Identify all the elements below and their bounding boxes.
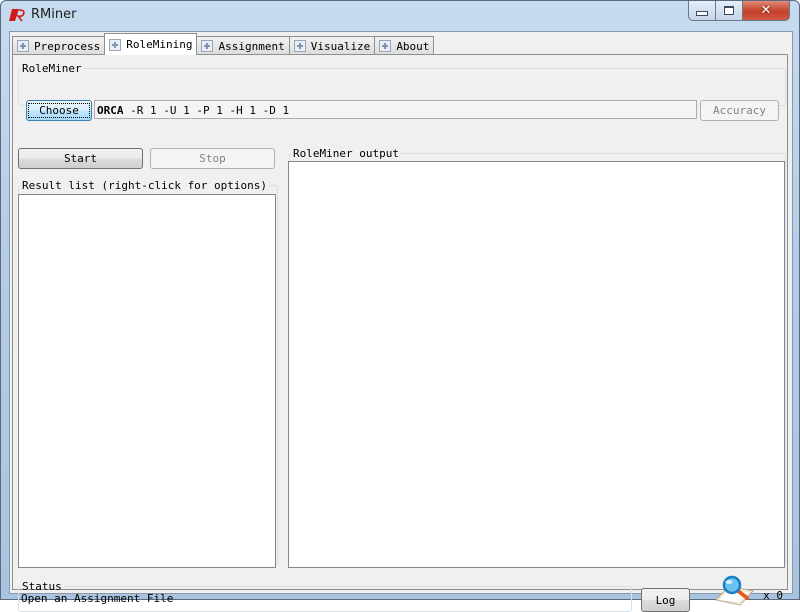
expand-icon bbox=[379, 40, 392, 52]
accuracy-button[interactable]: Accuracy bbox=[700, 100, 779, 121]
minimize-icon bbox=[696, 11, 708, 16]
minimize-button[interactable] bbox=[688, 1, 716, 21]
tab-label: Preprocess bbox=[34, 39, 101, 53]
expand-icon bbox=[293, 40, 306, 52]
tab-label: Visualize bbox=[310, 39, 371, 53]
expand-icon bbox=[201, 40, 214, 52]
tab-label: About bbox=[396, 39, 430, 53]
close-button[interactable]: ✕ bbox=[743, 1, 790, 21]
roleminer-group-label: RoleMiner bbox=[22, 62, 82, 75]
choose-button[interactable]: Choose bbox=[26, 100, 92, 121]
algorithm-name: ORCA bbox=[97, 104, 124, 117]
app-logo-icon bbox=[9, 9, 25, 22]
title-bar[interactable]: RMiner ✕ bbox=[1, 1, 799, 31]
algorithm-options: -R 1 -U 1 -P 1 -H 1 -D 1 bbox=[123, 104, 290, 117]
tab-label: Assignment bbox=[218, 39, 285, 53]
tab-preprocess[interactable]: Preprocess bbox=[12, 36, 106, 55]
task-count: x 0 bbox=[763, 589, 783, 602]
client-area: Preprocess RoleMining Assignment Visuali… bbox=[9, 31, 793, 612]
algorithm-command-field[interactable]: ORCA -R 1 -U 1 -P 1 -H 1 -D 1 bbox=[94, 100, 697, 119]
maximize-button[interactable] bbox=[716, 1, 743, 21]
result-list-label: Result list (right-click for options) bbox=[22, 179, 268, 192]
expand-icon bbox=[17, 40, 29, 52]
status-message: Open an Assignment File bbox=[21, 592, 174, 605]
tab-visualize[interactable]: Visualize bbox=[288, 36, 376, 55]
tab-label: RoleMining bbox=[126, 38, 193, 51]
result-list[interactable] bbox=[18, 194, 276, 568]
start-button[interactable]: Start bbox=[18, 148, 143, 169]
tab-strip: Preprocess RoleMining Assignment Visuali… bbox=[12, 33, 435, 55]
close-icon: ✕ bbox=[760, 3, 772, 18]
stop-button[interactable]: Stop bbox=[150, 148, 275, 169]
task-monitor-icon[interactable] bbox=[713, 574, 757, 606]
app-window: RMiner ✕ Preprocess RoleMining Assignmen… bbox=[0, 0, 800, 612]
window-title: RMiner bbox=[31, 7, 77, 22]
tab-assignment[interactable]: Assignment bbox=[196, 36, 290, 55]
log-button[interactable]: Log bbox=[641, 588, 690, 612]
output-label: RoleMiner output bbox=[293, 147, 399, 160]
output-textarea[interactable] bbox=[288, 161, 785, 568]
tab-about[interactable]: About bbox=[374, 36, 435, 55]
maximize-icon bbox=[724, 6, 734, 15]
expand-icon bbox=[109, 38, 122, 51]
tab-rolemining[interactable]: RoleMining bbox=[104, 33, 198, 55]
rolemining-panel: RoleMiner Choose ORCA -R 1 -U 1 -P 1 -H … bbox=[12, 54, 788, 612]
